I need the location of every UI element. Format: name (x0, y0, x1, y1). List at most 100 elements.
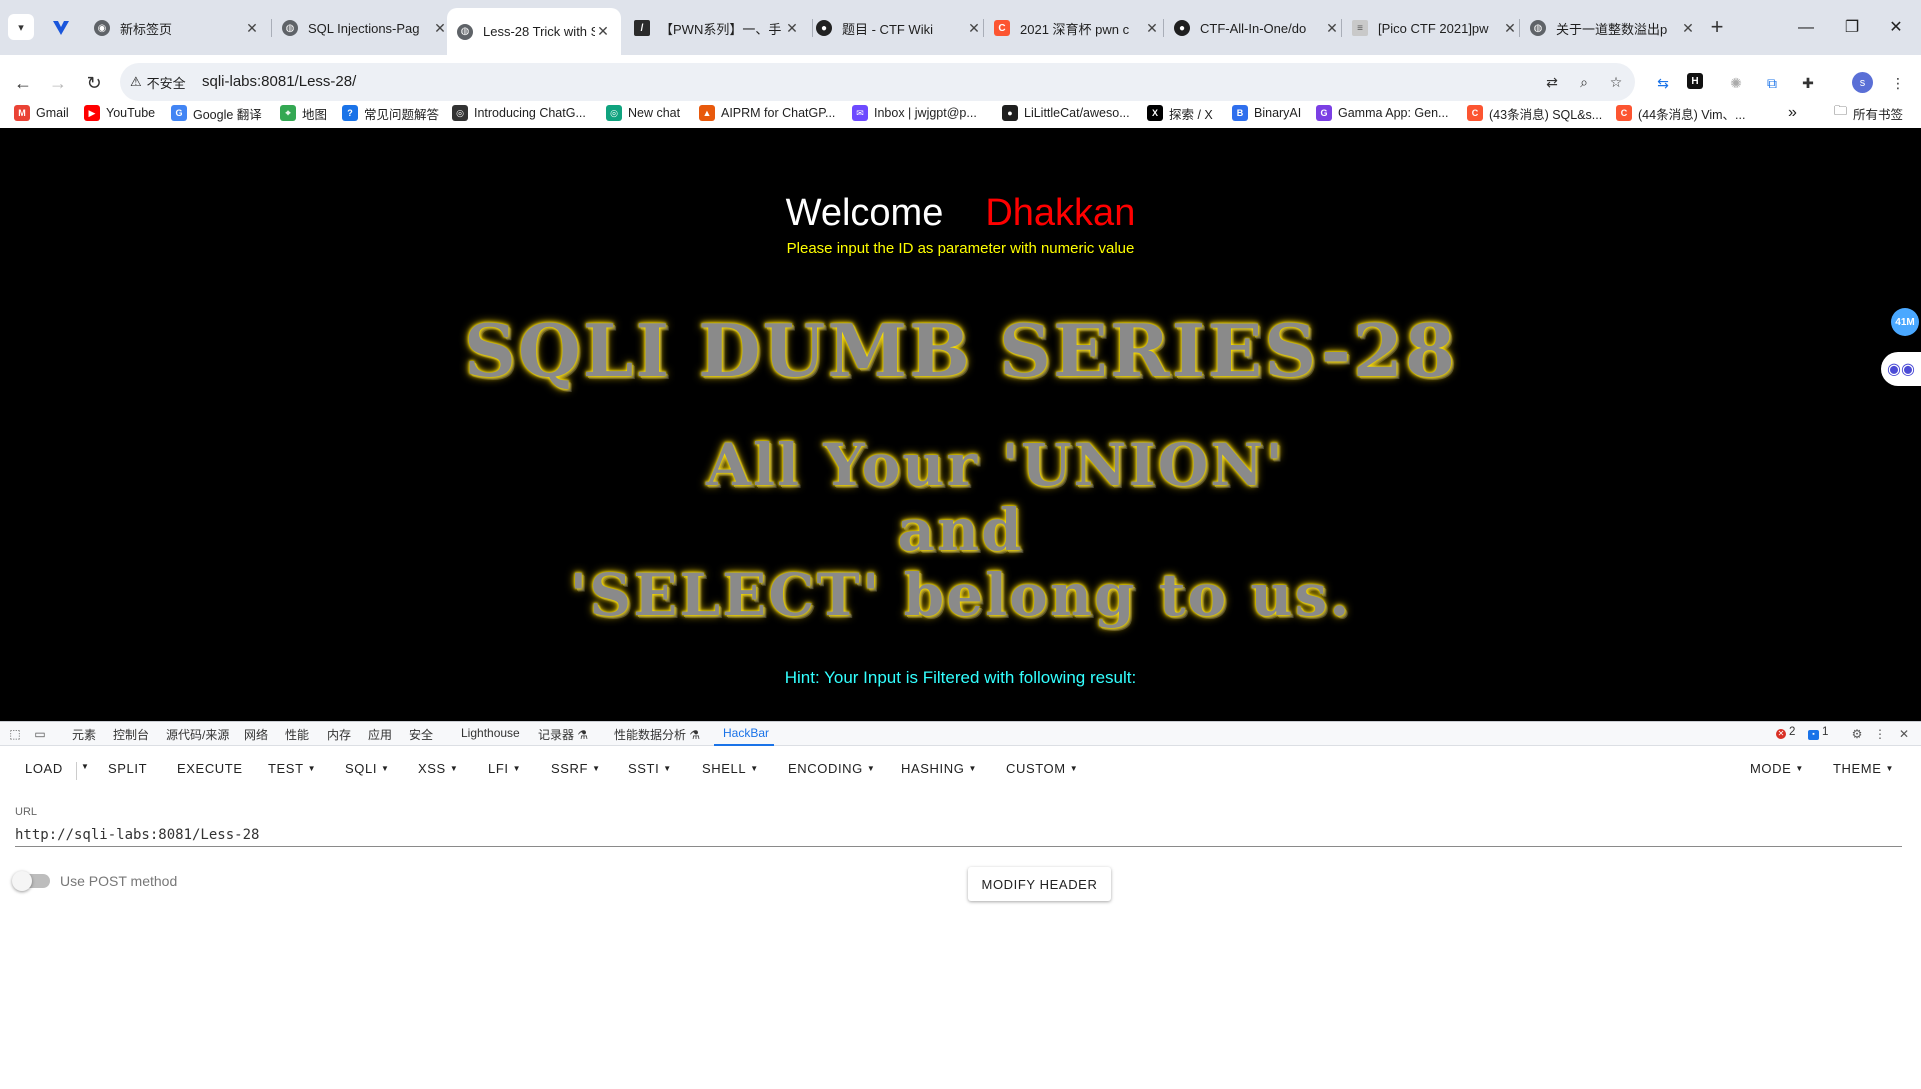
extension-gray-icon[interactable]: ✺ (1726, 73, 1746, 93)
devtools-tab-memory[interactable]: 内存 (327, 726, 351, 743)
bookmark-gamma[interactable]: G Gamma App: Gen... (1316, 103, 1448, 123)
settings-gear-icon[interactable]: ⚙ (1849, 726, 1865, 742)
globe-icon: ◍ (282, 20, 298, 36)
modify-header-button[interactable]: MODIFY HEADER (968, 867, 1111, 901)
pinned-tab[interactable] (44, 12, 78, 44)
close-icon[interactable]: ✕ (966, 20, 982, 37)
translate-icon[interactable]: ⇄ (1542, 72, 1562, 92)
execute-button[interactable]: EXECUTE (177, 761, 243, 776)
tab-5[interactable]: C 2021 深育杯 pwn c ✕ (984, 8, 1170, 48)
assistant-bot-icon[interactable]: ◉◉ (1881, 352, 1921, 386)
bookmark-youtube[interactable]: ▶ YouTube (84, 103, 155, 123)
bookmark-google-translate[interactable]: G Google 翻译 (171, 103, 262, 123)
close-icon[interactable]: ✕ (432, 20, 448, 37)
close-icon[interactable]: ✕ (1324, 20, 1340, 37)
minimize-icon[interactable]: — (1786, 14, 1826, 42)
address-bar[interactable]: ⚠ 不安全 sqli-labs:8081/Less-28/ ⇄ ⌕ ☆ (120, 63, 1635, 101)
devtools-tab-performance[interactable]: 性能 (285, 726, 309, 743)
extension-h-icon[interactable]: H (1687, 73, 1703, 89)
kebab-menu-icon[interactable]: ⋮ (1888, 73, 1908, 93)
encoding-menu-button[interactable]: ENCODING ▼ (788, 761, 875, 776)
hashing-menu-button[interactable]: HASHING ▼ (901, 761, 977, 776)
devtools-tab-security[interactable]: 安全 (409, 726, 433, 743)
hackbar-url-input[interactable] (15, 823, 1902, 847)
caret-down-icon: ▼ (592, 764, 601, 773)
close-icon[interactable]: ✕ (244, 20, 260, 37)
tab-0[interactable]: ◉ 新标签页 ✕ (84, 8, 270, 48)
close-icon[interactable]: ✕ (1144, 20, 1160, 37)
window-close-icon[interactable]: ✕ (1876, 14, 1916, 42)
test-menu-button[interactable]: TEST ▼ (268, 761, 316, 776)
devtools-close-icon[interactable]: ✕ (1896, 726, 1912, 742)
close-icon[interactable]: ✕ (1502, 20, 1518, 37)
bookmark-binaryai[interactable]: B BinaryAI (1232, 103, 1301, 123)
tab-1[interactable]: ◍ SQL Injections-Pag ✕ (272, 8, 458, 48)
bookmark-faq[interactable]: ? 常见问题解答 (342, 103, 439, 123)
bookmark-csdn-sql[interactable]: C (43条消息) SQL&s... (1467, 103, 1602, 123)
bookmark-maps[interactable]: ⌖ 地图 (280, 103, 327, 123)
shell-menu-button[interactable]: SHELL ▼ (702, 761, 759, 776)
devtools-tab-network[interactable]: 网络 (244, 726, 268, 743)
tab-4[interactable]: ● 题目 - CTF Wiki ✕ (806, 8, 992, 48)
profile-avatar[interactable]: s (1852, 72, 1873, 93)
tab-7[interactable]: ≡ [Pico CTF 2021]pw ✕ (1342, 8, 1528, 48)
device-toolbar-icon[interactable]: ▭ (32, 726, 48, 742)
bookmark-x[interactable]: X 探索 / X (1147, 103, 1213, 123)
close-icon[interactable]: ✕ (1680, 20, 1696, 37)
devtools-tab-performance-insights[interactable]: 性能数据分析 ⚗ (614, 726, 700, 743)
devtools-tab-sources[interactable]: 源代码/来源 (166, 726, 229, 743)
devtools-kebab-icon[interactable]: ⋮ (1872, 726, 1888, 742)
bookmark-gmail[interactable]: M Gmail (14, 103, 69, 123)
all-bookmarks-button[interactable]: 🗀 所有书签 (1834, 103, 1903, 123)
side-memory-badge[interactable]: 41M (1891, 308, 1919, 336)
post-method-toggle[interactable] (12, 871, 50, 891)
theme-menu-button[interactable]: THEME ▼ (1833, 761, 1894, 776)
xss-menu-button[interactable]: XSS ▼ (418, 761, 458, 776)
close-icon[interactable]: ✕ (784, 20, 800, 37)
extension-window-icon[interactable]: ⧉ (1762, 73, 1782, 93)
bookmark-introducing-chatgpt[interactable]: ◎ Introducing ChatG... (452, 103, 586, 123)
devtools-tab-console[interactable]: 控制台 (113, 726, 149, 743)
security-chip[interactable]: ⚠ 不安全 (130, 70, 186, 94)
bookmarks-overflow-chevron-icon[interactable]: » (1788, 103, 1797, 123)
devtools-tab-application[interactable]: 应用 (368, 726, 392, 743)
tab-3[interactable]: / 【PWN系列】一、手 ✕ (624, 8, 810, 48)
url-text[interactable]: sqli-labs:8081/Less-28/ (202, 73, 356, 90)
hackbar-toolbar: LOAD ▼ SPLIT EXECUTE TEST ▼ SQLI ▼ XSS ▼ LF… (0, 752, 1921, 788)
inspect-element-icon[interactable]: ⬚ (7, 726, 23, 742)
bookmark-inbox[interactable]: ✉ Inbox | jwjgpt@p... (852, 103, 977, 123)
close-icon[interactable]: ✕ (595, 23, 611, 40)
devtools-tab-elements[interactable]: 元素 (72, 726, 96, 743)
back-arrow-icon[interactable]: ← (8, 68, 38, 98)
bookmark-aiprm[interactable]: ▲ AIPRM for ChatGP... (699, 103, 835, 123)
ssrf-menu-button[interactable]: SSRF ▼ (551, 761, 601, 776)
bookmark-lilittlecat[interactable]: ● LiLittleCat/aweso... (1002, 103, 1130, 123)
bookmark-new-chat[interactable]: ◎ New chat (606, 103, 680, 123)
tab-8[interactable]: ◍ 关于一道整数溢出p ✕ (1520, 8, 1706, 48)
custom-menu-button[interactable]: CUSTOM ▼ (1006, 761, 1078, 776)
extension-translate-icon[interactable]: ⇆ (1653, 73, 1673, 93)
devtools-tab-recorder[interactable]: 记录器 ⚗ (538, 726, 588, 743)
devtools-tab-hackbar[interactable]: HackBar (723, 726, 769, 740)
devtools-tab-lighthouse[interactable]: Lighthouse (461, 726, 520, 740)
reload-icon[interactable]: ↻ (79, 68, 109, 98)
star-bookmark-icon[interactable]: ☆ (1606, 72, 1626, 92)
message-count[interactable]: ▪ 1 (1808, 726, 1828, 740)
tab-6[interactable]: ● CTF-All-In-One/do ✕ (1164, 8, 1350, 48)
forward-arrow-icon[interactable]: → (43, 68, 73, 98)
load-dropdown-caret-icon[interactable]: ▼ (81, 762, 89, 771)
zoom-icon[interactable]: ⌕ (1574, 72, 1594, 92)
tab-search-chevron-icon[interactable]: ▾ (8, 14, 34, 40)
split-button[interactable]: SPLIT (108, 761, 147, 776)
new-tab-button[interactable]: + (1703, 14, 1731, 42)
restore-icon[interactable]: ❐ (1832, 14, 1872, 42)
tab-2-active[interactable]: ◍ Less-28 Trick with S ✕ (447, 8, 621, 55)
load-button[interactable]: LOAD (25, 761, 63, 776)
bookmark-csdn-vim[interactable]: C (44条消息) Vim、... (1616, 103, 1745, 123)
sqli-menu-button[interactable]: SQLI ▼ (345, 761, 390, 776)
extensions-puzzle-icon[interactable]: ✚ (1798, 73, 1818, 93)
mode-menu-button[interactable]: MODE ▼ (1750, 761, 1804, 776)
ssti-menu-button[interactable]: SSTI ▼ (628, 761, 672, 776)
error-count[interactable]: ✕ 2 (1776, 726, 1795, 739)
lfi-menu-button[interactable]: LFI ▼ (488, 761, 521, 776)
